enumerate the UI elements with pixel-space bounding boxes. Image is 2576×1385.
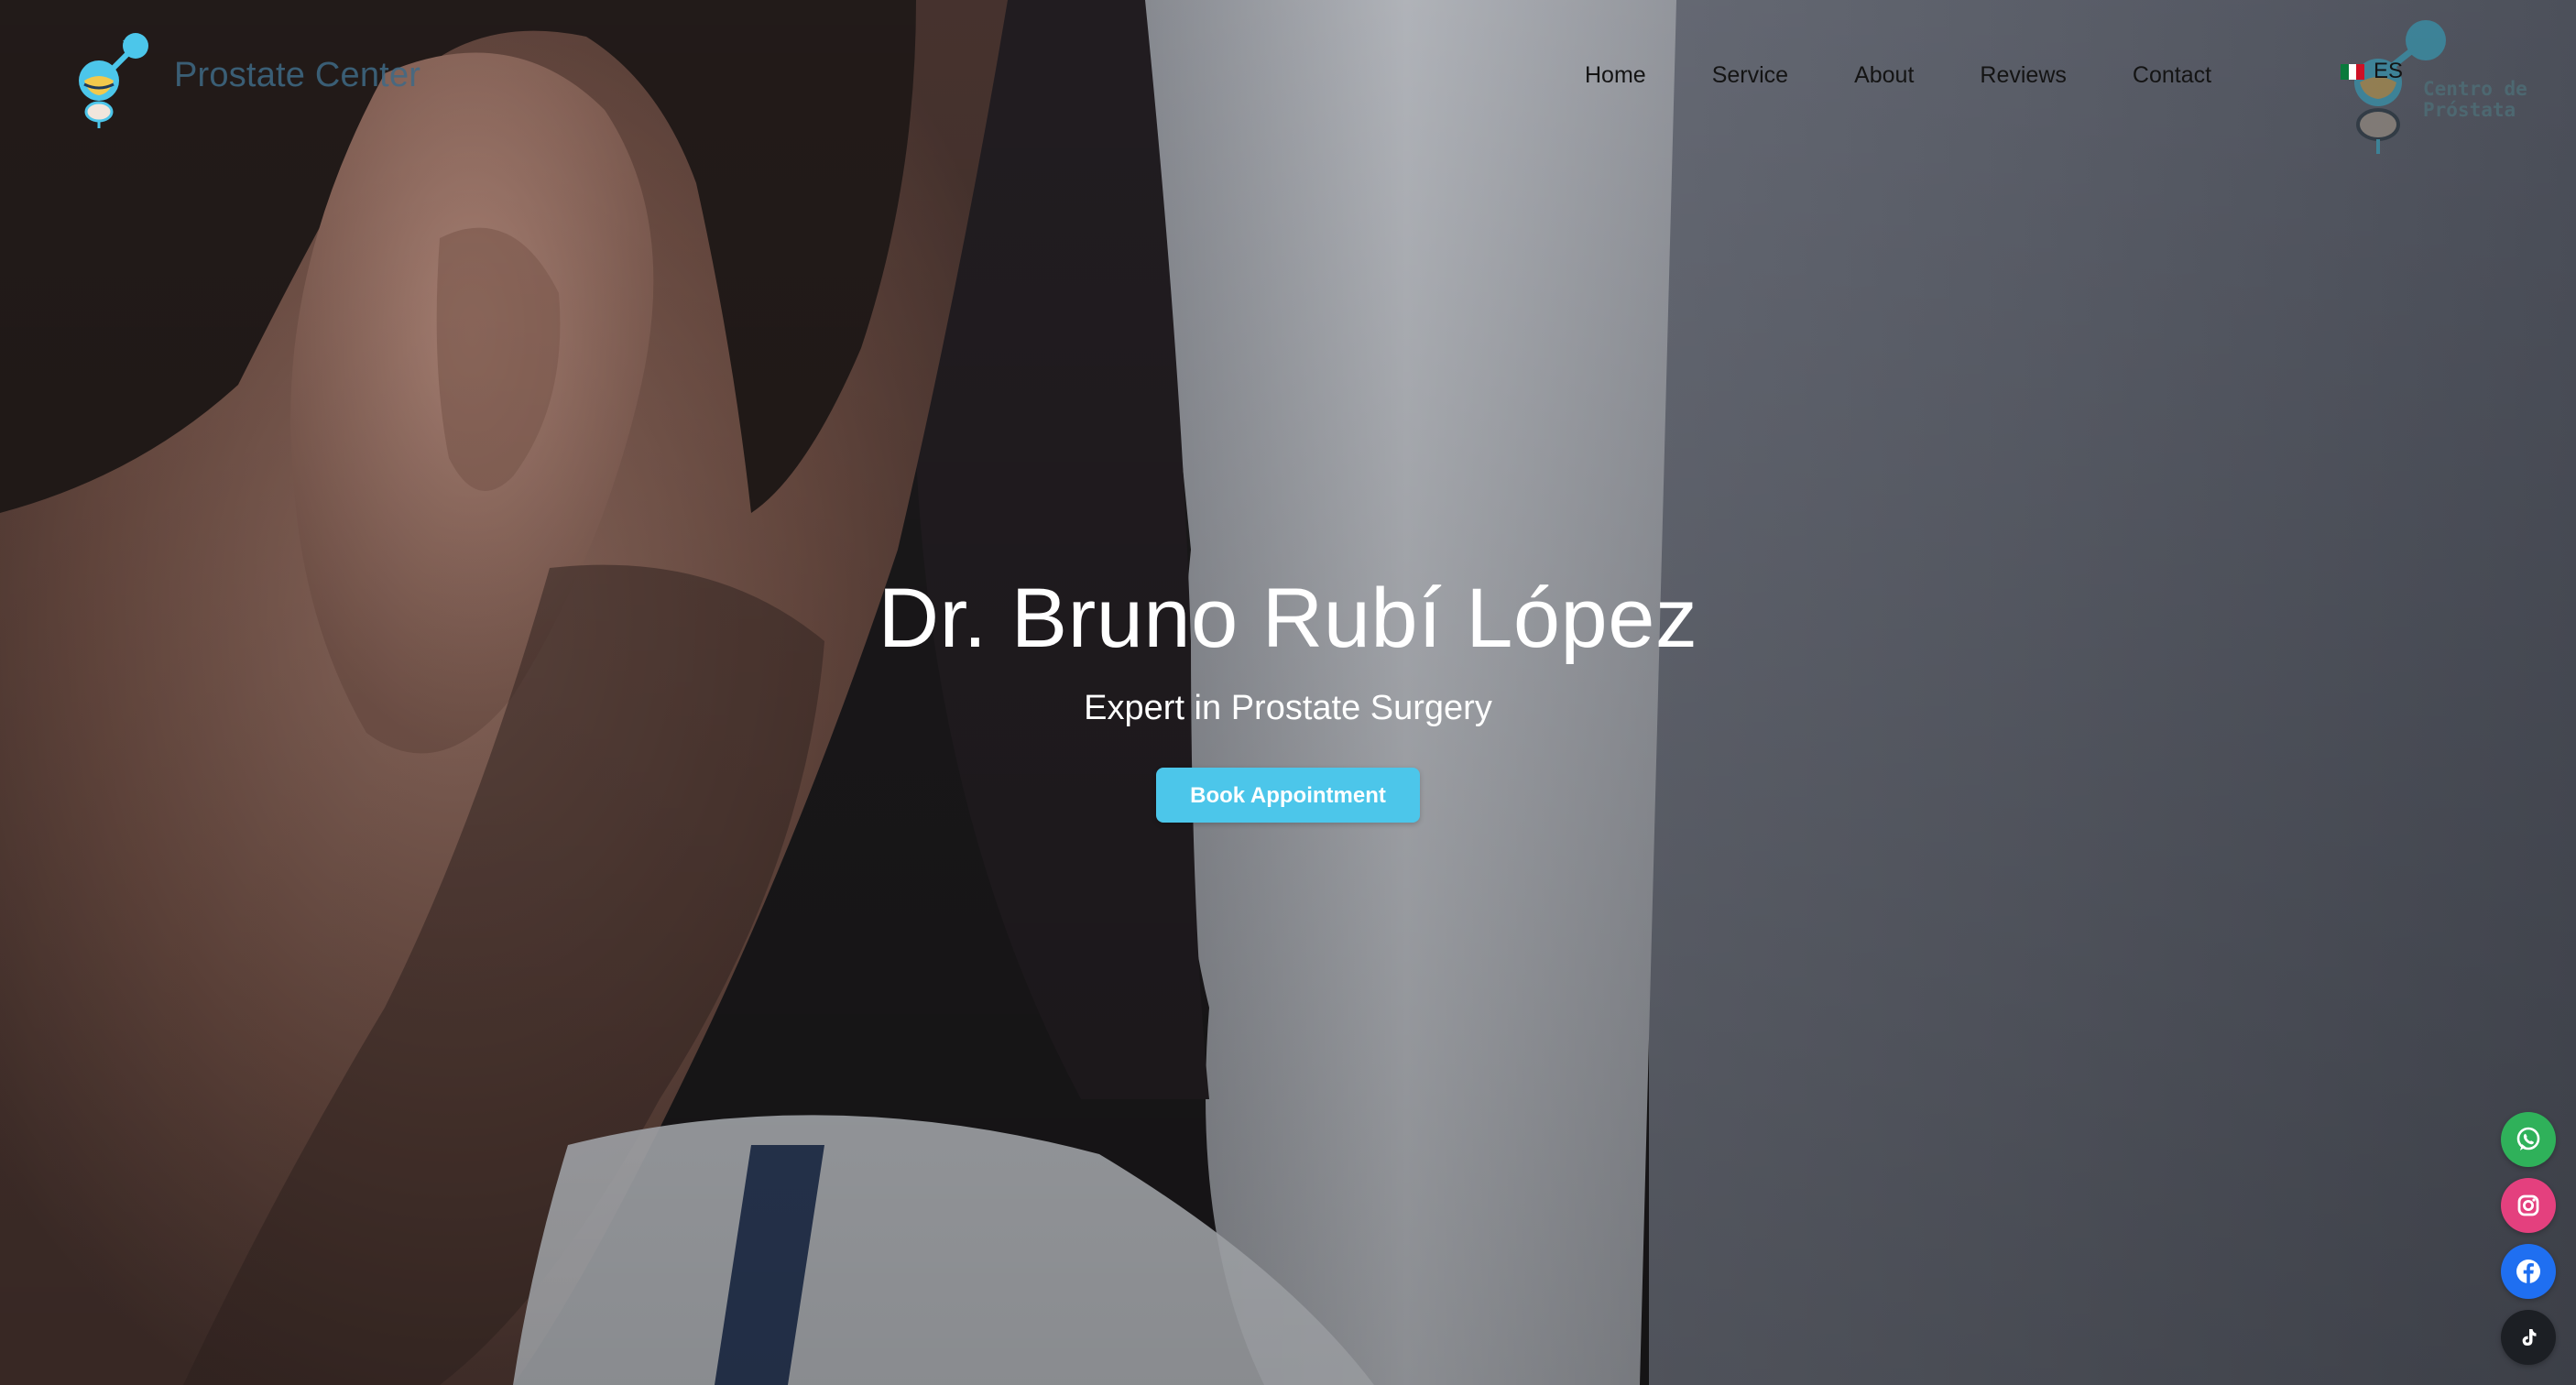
nav-contact[interactable]: Contact [2133, 62, 2211, 89]
facebook-icon [2516, 1260, 2540, 1284]
tiktok-button[interactable] [2501, 1310, 2556, 1365]
partner-logo-line2: Próstata [2423, 99, 2516, 121]
social-links [2501, 1112, 2556, 1365]
brand-name: Prostate Center [174, 55, 421, 94]
hero-content: Dr. Bruno Rubí López Expert in Prostate … [0, 559, 2576, 823]
whatsapp-icon [2516, 1127, 2540, 1151]
partner-logo-text: Centro de Próstata [2423, 79, 2527, 121]
nav-home[interactable]: Home [1585, 62, 1646, 89]
mexico-flag-icon [2341, 63, 2365, 80]
nav-service[interactable]: Service [1712, 62, 1788, 89]
nav-about[interactable]: About [1854, 62, 1914, 89]
nav-reviews[interactable]: Reviews [1980, 62, 2066, 89]
hero-title: Dr. Bruno Rubí López [878, 572, 1698, 665]
brand[interactable]: Prostate Center [71, 20, 420, 130]
hero-section: Prostate Center Home Service About Revie… [0, 0, 2576, 1385]
language-label: ES [2374, 59, 2404, 83]
prostate-center-logo-icon [79, 33, 148, 128]
instagram-icon [2517, 1194, 2539, 1216]
whatsapp-button[interactable] [2501, 1112, 2556, 1167]
book-appointment-button[interactable]: Book Appointment [1156, 768, 1420, 823]
main-nav: Home Service About Reviews Contact [1585, 55, 2277, 95]
instagram-button[interactable] [2501, 1178, 2556, 1233]
hero-subtitle: Expert in Prostate Surgery [1084, 689, 1492, 727]
tiktok-icon [2522, 1329, 2537, 1346]
partner-logo-line1: Centro de [2423, 78, 2527, 100]
top-navbar: Prostate Center Home Service About Revie… [0, 0, 2576, 156]
facebook-button[interactable] [2501, 1244, 2556, 1299]
language-switcher[interactable]: ES [2341, 59, 2403, 84]
